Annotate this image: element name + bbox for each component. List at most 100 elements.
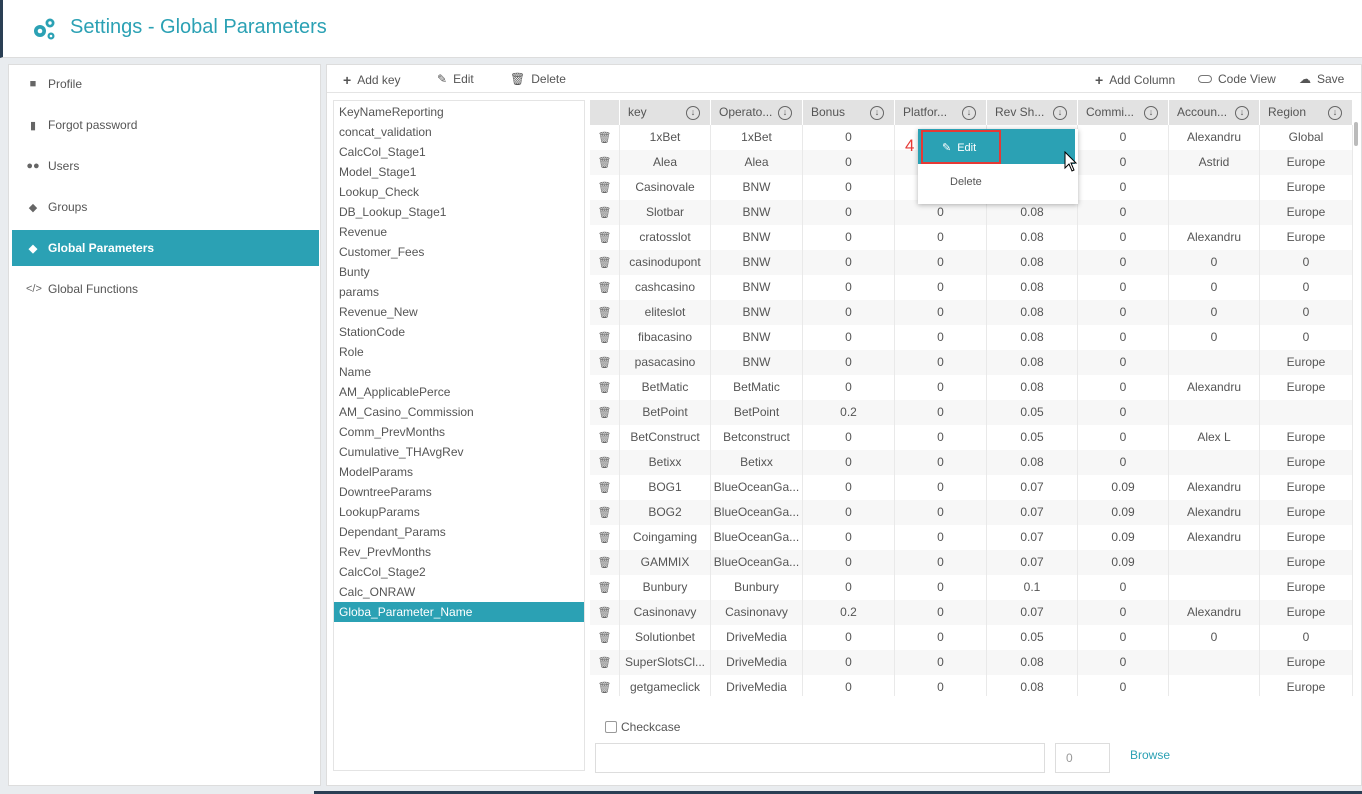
table-cell[interactable]: Europe [1260, 575, 1353, 600]
table-cell[interactable]: Alea [620, 150, 711, 175]
table-cell[interactable]: BlueOceanGa... [711, 525, 803, 550]
table-cell[interactable]: 0 [803, 125, 895, 150]
trash-icon[interactable]: 🗑 [598, 157, 612, 169]
table-cell[interactable]: Casinonavy [711, 600, 803, 625]
table-cell[interactable]: Europe [1260, 200, 1353, 225]
table-cell[interactable]: 0 [895, 525, 987, 550]
table-cell[interactable]: Alexandru [1169, 475, 1260, 500]
table-cell[interactable]: 0 [1078, 650, 1169, 675]
checkbox-box[interactable] [605, 721, 617, 733]
key-list-item[interactable]: AM_Casino_Commission [334, 402, 584, 422]
table-cell[interactable]: DriveMedia [711, 675, 803, 696]
table-cell[interactable]: getgameclick [620, 675, 711, 696]
table-cell[interactable]: 0 [1169, 300, 1260, 325]
table-cell[interactable]: 0 [1078, 675, 1169, 696]
table-cell[interactable]: Europe [1260, 150, 1353, 175]
add-key-button[interactable]: + Add key [343, 72, 401, 88]
table-cell[interactable]: Alex L [1169, 425, 1260, 450]
key-list-item[interactable]: DowntreeParams [334, 482, 584, 502]
table-cell[interactable]: 0 [803, 200, 895, 225]
sidebar-item-groups[interactable]: ◆ Groups [12, 189, 319, 225]
table-cell[interactable]: GAMMIX [620, 550, 711, 575]
column-menu-icon[interactable]: ↓ [778, 106, 792, 120]
table-cell[interactable]: 0.08 [987, 650, 1078, 675]
table-cell[interactable]: 0 [1078, 350, 1169, 375]
table-cell[interactable]: 0 [895, 325, 987, 350]
table-cell[interactable]: Bunbury [620, 575, 711, 600]
table-cell[interactable]: 0.08 [987, 325, 1078, 350]
table-cell[interactable]: 0.09 [1078, 475, 1169, 500]
table-cell[interactable]: 0.07 [987, 500, 1078, 525]
key-list-item[interactable]: Revenue [334, 222, 584, 242]
table-cell[interactable]: 0 [895, 625, 987, 650]
table-cell[interactable]: Betixx [711, 450, 803, 475]
table-cell[interactable]: Casinovale [620, 175, 711, 200]
table-cell[interactable]: 0 [895, 225, 987, 250]
trash-icon[interactable]: 🗑 [598, 457, 612, 469]
table-cell[interactable]: 0 [803, 250, 895, 275]
table-cell[interactable]: BetConstruct [620, 425, 711, 450]
table-cell[interactable]: BetMatic [620, 375, 711, 400]
table-cell[interactable]: Alexandru [1169, 225, 1260, 250]
column-menu-icon[interactable]: ↓ [870, 106, 884, 120]
table-cell[interactable]: Casinonavy [620, 600, 711, 625]
table-cell[interactable]: 0 [1078, 325, 1169, 350]
table-cell[interactable]: BNW [711, 225, 803, 250]
save-button[interactable]: ☁ Save [1299, 72, 1344, 86]
table-cell[interactable]: 0 [895, 250, 987, 275]
table-cell[interactable]: 0.08 [987, 275, 1078, 300]
column-header[interactable]: Region ↓ [1260, 100, 1353, 125]
sidebar-item-global-functions[interactable]: </> Global Functions [12, 271, 319, 307]
table-cell[interactable]: 0.08 [987, 250, 1078, 275]
table-cell[interactable]: Betconstruct [711, 425, 803, 450]
table-cell[interactable]: 0 [803, 350, 895, 375]
table-cell[interactable]: 0 [803, 375, 895, 400]
table-cell[interactable]: 0 [1169, 625, 1260, 650]
key-list-item[interactable]: Name [334, 362, 584, 382]
table-cell[interactable]: BetPoint [711, 400, 803, 425]
table-cell[interactable]: 0.05 [987, 625, 1078, 650]
table-cell[interactable]: Coingaming [620, 525, 711, 550]
table-cell[interactable]: 0 [1169, 325, 1260, 350]
table-cell[interactable] [1169, 675, 1260, 696]
table-cell[interactable]: 0.08 [987, 375, 1078, 400]
table-cell[interactable] [1169, 550, 1260, 575]
table-cell[interactable]: 0 [895, 475, 987, 500]
table-cell[interactable]: 0 [895, 650, 987, 675]
table-cell[interactable]: Slotbar [620, 200, 711, 225]
table-cell[interactable]: 0.07 [987, 600, 1078, 625]
table-cell[interactable] [1260, 400, 1353, 425]
table-cell[interactable]: Alexandru [1169, 600, 1260, 625]
table-cell[interactable]: 0 [803, 325, 895, 350]
column-header[interactable]: Accoun... ↓ [1169, 100, 1260, 125]
table-cell[interactable]: cashcasino [620, 275, 711, 300]
table-cell[interactable]: 0 [1078, 600, 1169, 625]
table-cell[interactable]: Alexandru [1169, 375, 1260, 400]
table-cell[interactable]: Alea [711, 150, 803, 175]
table-cell[interactable]: Europe [1260, 350, 1353, 375]
trash-icon[interactable]: 🗑 [598, 532, 612, 544]
trash-icon[interactable]: 🗑 [598, 432, 612, 444]
table-cell[interactable]: Europe [1260, 225, 1353, 250]
trash-icon[interactable]: 🗑 [598, 132, 612, 144]
table-cell[interactable]: fibacasino [620, 325, 711, 350]
add-column-button[interactable]: + Add Column [1095, 72, 1175, 88]
table-cell[interactable]: 0 [1078, 225, 1169, 250]
table-cell[interactable]: 0 [895, 575, 987, 600]
trash-icon[interactable]: 🗑 [598, 382, 612, 394]
table-cell[interactable]: 0.09 [1078, 525, 1169, 550]
table-cell[interactable]: 0 [803, 175, 895, 200]
table-cell[interactable]: BOG1 [620, 475, 711, 500]
table-cell[interactable]: Global [1260, 125, 1353, 150]
table-cell[interactable]: 0 [1260, 625, 1353, 650]
table-cell[interactable]: Betixx [620, 450, 711, 475]
table-cell[interactable]: Europe [1260, 525, 1353, 550]
table-cell[interactable]: 0 [895, 600, 987, 625]
table-cell[interactable] [1169, 650, 1260, 675]
table-cell[interactable]: 0 [803, 575, 895, 600]
table-cell[interactable]: 0 [1078, 625, 1169, 650]
table-cell[interactable]: Alexandru [1169, 500, 1260, 525]
table-cell[interactable]: 0 [803, 650, 895, 675]
delete-button[interactable]: 🗑 Delete [510, 72, 566, 86]
table-cell[interactable]: 0.05 [987, 400, 1078, 425]
